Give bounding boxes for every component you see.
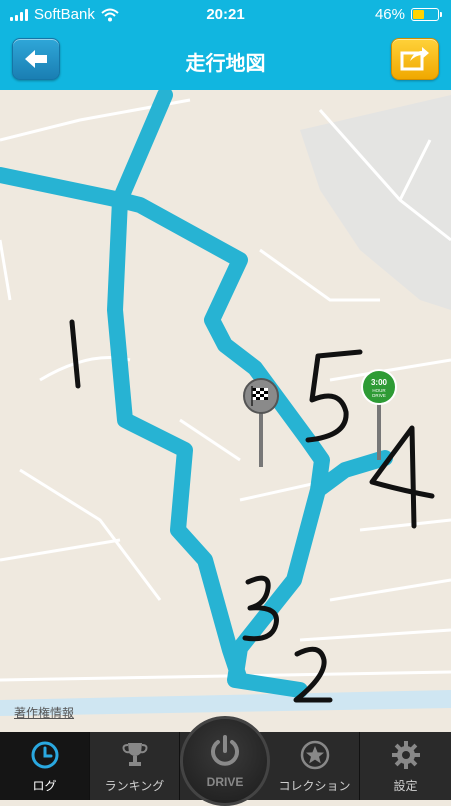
route-map[interactable]: 3:00 HOUR DRIVE 著作権情報 xyxy=(0,90,451,732)
battery-status: 46% xyxy=(374,6,442,23)
tab-collection[interactable]: コレクション xyxy=(270,732,360,800)
clock-icon xyxy=(31,741,58,769)
nav-header: 走行地図 xyxy=(0,30,451,90)
status-bar: SoftBank 20:21 46% xyxy=(0,0,451,30)
tab-log-label: ログ xyxy=(32,779,57,793)
tab-settings-label: 設定 xyxy=(393,779,418,793)
share-icon xyxy=(400,47,429,71)
copyright-link[interactable]: 著作権情報 xyxy=(14,704,74,721)
power-icon xyxy=(211,735,239,766)
tab-bar: ログ ランキング DRIVE コレクション 設定 xyxy=(0,716,451,806)
drive-button[interactable]: DRIVE xyxy=(180,716,270,806)
map-canvas: 3:00 HOUR DRIVE xyxy=(0,90,451,732)
drive-label: DRIVE xyxy=(206,775,244,789)
battery-icon xyxy=(411,8,442,21)
tab-ranking[interactable]: ランキング xyxy=(90,732,180,800)
badge-label-bottom: DRIVE xyxy=(372,393,386,398)
gear-icon xyxy=(391,741,420,769)
battery-percent: 46% xyxy=(374,6,405,23)
tab-settings[interactable]: 設定 xyxy=(360,732,451,800)
page-title: 走行地図 xyxy=(185,53,266,75)
trophy-icon xyxy=(122,743,147,766)
tab-ranking-label: ランキング xyxy=(104,779,165,793)
badge-time: 3:00 xyxy=(371,378,388,387)
tab-log[interactable]: ログ xyxy=(0,732,90,800)
share-button[interactable] xyxy=(391,38,439,80)
star-icon xyxy=(300,740,329,770)
tab-collection-label: コレクション xyxy=(278,779,351,793)
